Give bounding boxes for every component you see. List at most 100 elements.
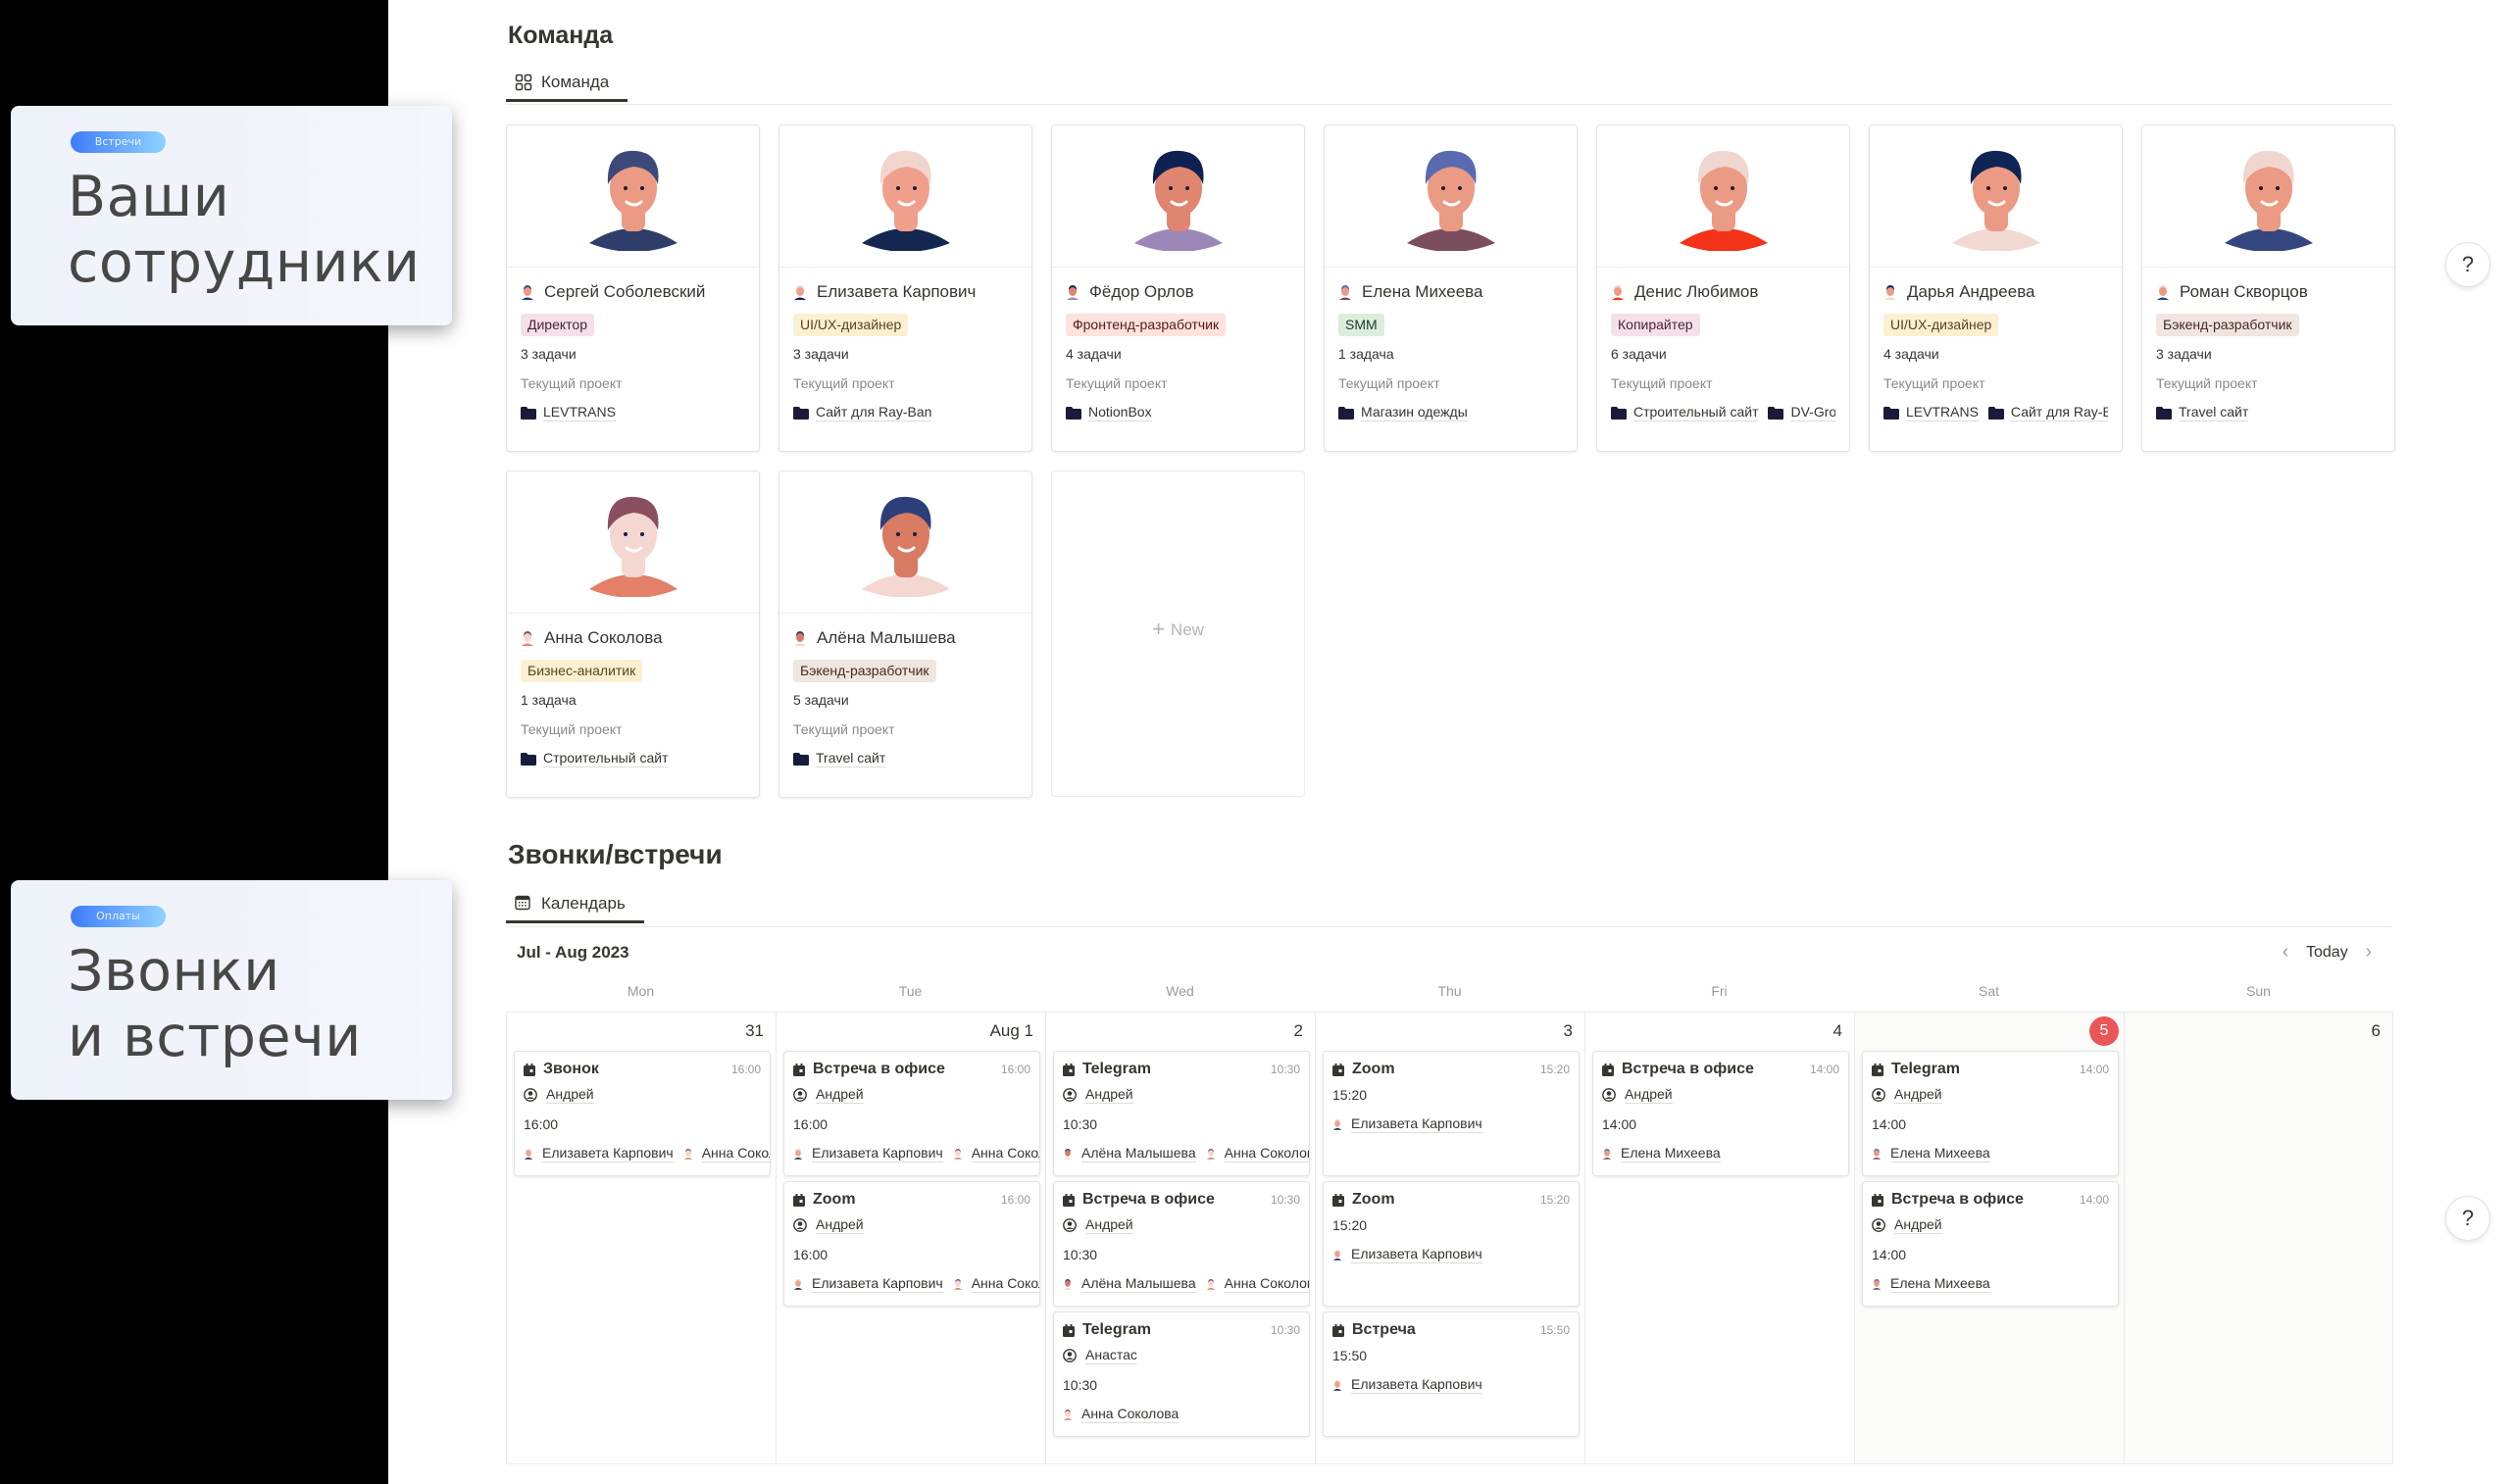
project-name: DV-Group [1790, 404, 1835, 421]
project-name: Сайт для Ray-Ban [2010, 404, 2108, 421]
folder-icon [1883, 406, 1899, 420]
calendar-day-cell[interactable]: 5 Telegram 14:00 Андрей 14:00 Елена Михеева Вс… [1854, 1012, 2124, 1464]
attendee[interactable]: Елена Михеева [1602, 1145, 1721, 1162]
calendar-day-cell[interactable]: 2 Telegram 10:30 Андрей 10:30 Алёна Малышева А… [1045, 1012, 1315, 1464]
event-start: 16:00 [524, 1116, 559, 1132]
chevron-left-icon[interactable]: ‹ [2275, 941, 2296, 964]
event-host[interactable]: Андрей [1894, 1216, 1942, 1234]
calendar-day-cell[interactable]: Aug 1 Встреча в офисе 16:00 Андрей 16:00 Елиз… [776, 1012, 1045, 1464]
attendee[interactable]: Анна Соколова [1206, 1275, 1309, 1293]
event-host[interactable]: Андрей [1085, 1086, 1133, 1104]
chevron-right-icon[interactable]: › [2358, 941, 2380, 964]
tab-team-gallery[interactable]: Команда [506, 65, 628, 102]
attendee[interactable]: Елизавета Карпович [524, 1145, 674, 1162]
tab-label: Календарь [541, 893, 626, 913]
member-card[interactable]: Сергей Соболевский Директор 3 задачи Текущи… [506, 124, 760, 452]
attendee[interactable]: Алёна Малышева [1063, 1145, 1196, 1162]
project-list: Travel сайт [2156, 404, 2381, 421]
member-avatar [1870, 125, 2122, 268]
calendar-day-cell[interactable]: 4 Встреча в офисе 14:00 Андрей 14:00 Елена Ми… [1584, 1012, 1854, 1464]
event-attendees: Елена Михеева [1872, 1269, 2109, 1299]
member-card[interactable]: Елена Михеева SMM 1 задача Текущий проект Ма… [1324, 124, 1578, 452]
attendee[interactable]: Анна Соколова [953, 1275, 1039, 1293]
member-card[interactable]: Роман Скворцов Бэкенд-разработчик 3 задачи… [2141, 124, 2395, 452]
event-card[interactable]: Telegram 10:30 Андрей 10:30 Алёна Малышева Ан… [1053, 1051, 1310, 1176]
project-name: NotionBox [1088, 404, 1152, 421]
event-host[interactable]: Андрей [1625, 1086, 1673, 1104]
weekday-header: Sat [1978, 983, 1999, 999]
attendee[interactable]: Елена Михеева [1872, 1275, 1990, 1293]
member-card[interactable]: Елизавета Карпович UI/UX-дизайнер 3 задачи… [778, 124, 1032, 452]
help-button[interactable]: ? [2445, 242, 2490, 287]
attendee[interactable]: Елизавета Карпович [1332, 1246, 1482, 1263]
calendar-day-cell[interactable]: 3 Zoom 15:20 15:20 Елизавета Карпович Zoom 15:… [1315, 1012, 1584, 1464]
member-card[interactable]: Дарья Андреева UI/UX-дизайнер 4 задачи Теку… [1869, 124, 2123, 452]
attendee[interactable]: Анна Соколова [1063, 1406, 1180, 1423]
tab-calendar[interactable]: Календарь [506, 886, 644, 923]
person-avatar-icon [953, 1147, 963, 1161]
calendar-day-cell[interactable]: 31 Звонок 16:00 Андрей 16:00 Елизавета Карпов… [506, 1012, 776, 1464]
project-link[interactable]: Сайт для Ray-Ban [1987, 404, 2108, 421]
member-name: Елена Михеева [1362, 282, 1483, 301]
project-link[interactable]: Строительный сайт [1611, 404, 1759, 421]
project-link[interactable]: Магазин одежды [1338, 404, 1468, 421]
attendee[interactable]: Елизавета Карпович [793, 1275, 943, 1293]
person-avatar-icon [1332, 1378, 1342, 1392]
event-card[interactable]: Zoom 15:20 15:20 Елизавета Карпович [1323, 1181, 1580, 1307]
project-link[interactable]: NotionBox [1066, 404, 1152, 421]
event-host[interactable]: Анастас [1085, 1347, 1137, 1364]
new-member-button[interactable]: + New [1051, 470, 1305, 797]
event-card[interactable]: Zoom 16:00 Андрей 16:00 Елизавета Карпович Ан… [783, 1181, 1040, 1307]
project-link[interactable]: LEVTRANS [1883, 404, 1979, 421]
project-link[interactable]: Travel сайт [2156, 404, 2249, 421]
folder-icon [521, 752, 536, 766]
event-host[interactable]: Андрей [816, 1216, 864, 1234]
event-host[interactable]: Андрей [546, 1086, 594, 1104]
attendee[interactable]: Анна Соколова [1206, 1145, 1309, 1162]
event-host[interactable]: Андрей [1085, 1216, 1133, 1234]
event-card[interactable]: Встреча 15:50 15:50 Елизавета Карпович [1323, 1311, 1580, 1437]
weekday-header: Sun [2246, 983, 2271, 999]
attendee[interactable]: Анна Соколова [683, 1145, 770, 1162]
event-host[interactable]: Андрей [1894, 1086, 1942, 1104]
project-list: LEVTRANS [521, 404, 745, 421]
today-button[interactable]: Today [2306, 944, 2348, 962]
event-attendees: Анна Соколова [1063, 1400, 1300, 1429]
event-title: Telegram [1082, 1321, 1151, 1338]
event-card[interactable]: Telegram 10:30 Анастас 10:30 Анна Соколова [1053, 1311, 1310, 1437]
event-card[interactable]: Встреча в офисе 16:00 Андрей 16:00 Елизавета… [783, 1051, 1040, 1176]
calendar-day-cell[interactable]: 6 [2124, 1012, 2393, 1464]
event-card[interactable]: Звонок 16:00 Андрей 16:00 Елизавета Карпович… [514, 1051, 771, 1176]
attendee[interactable]: Елена Михеева [1872, 1145, 1990, 1162]
person-circle-icon [793, 1218, 807, 1232]
person-circle-icon [524, 1088, 537, 1102]
member-card[interactable]: Анна Соколова Бизнес-аналитик 1 задача Теку… [506, 470, 760, 798]
attendee[interactable]: Елизавета Карпович [793, 1145, 943, 1162]
event-attendees: Елизавета Карпович Анна Соколова [524, 1139, 770, 1168]
member-card[interactable]: Алёна Малышева Бэкенд-разработчик 5 задачи… [778, 470, 1032, 798]
project-link[interactable]: Сайт для Ray-Ban [793, 404, 932, 421]
attendee[interactable]: Анна Соколова [953, 1145, 1039, 1162]
event-card[interactable]: Встреча в офисе 14:00 Андрей 14:00 Елена Мих… [1862, 1181, 2119, 1307]
person-avatar-icon [521, 629, 534, 647]
event-card[interactable]: Встреча в офисе 14:00 Андрей 14:00 Елена Мих… [1592, 1051, 1849, 1176]
day-number: 6 [2371, 1021, 2381, 1040]
event-title: Встреча в офисе [1082, 1191, 1215, 1208]
event-card[interactable]: Встреча в офисе 10:30 Андрей 10:30 Алёна Мал… [1053, 1181, 1310, 1307]
project-link[interactable]: Строительный сайт [521, 750, 669, 767]
member-card[interactable]: Фёдор Орлов Фронтенд-разработчик 4 задачи Т… [1051, 124, 1305, 452]
attendee[interactable]: Елизавета Карпович [1332, 1376, 1482, 1394]
project-list: Магазин одежды [1338, 404, 1563, 421]
project-link[interactable]: Travel сайт [793, 750, 886, 767]
help-button[interactable]: ? [2445, 1196, 2490, 1241]
project-link[interactable]: LEVTRANS [521, 404, 616, 421]
event-host[interactable]: Андрей [816, 1086, 864, 1104]
event-card[interactable]: Telegram 14:00 Андрей 14:00 Елена Михеева [1862, 1051, 2119, 1176]
attendee-name: Елизавета Карпович [1351, 1246, 1482, 1263]
attendee[interactable]: Елизавета Карпович [1332, 1115, 1482, 1133]
member-card[interactable]: Денис Любимов Копирайтер 6 задачи Текущий п… [1596, 124, 1850, 452]
event-card[interactable]: Zoom 15:20 15:20 Елизавета Карпович [1323, 1051, 1580, 1176]
project-link[interactable]: DV-Group [1768, 404, 1835, 421]
event-title: Zoom [813, 1191, 856, 1208]
attendee[interactable]: Алёна Малышева [1063, 1275, 1196, 1293]
